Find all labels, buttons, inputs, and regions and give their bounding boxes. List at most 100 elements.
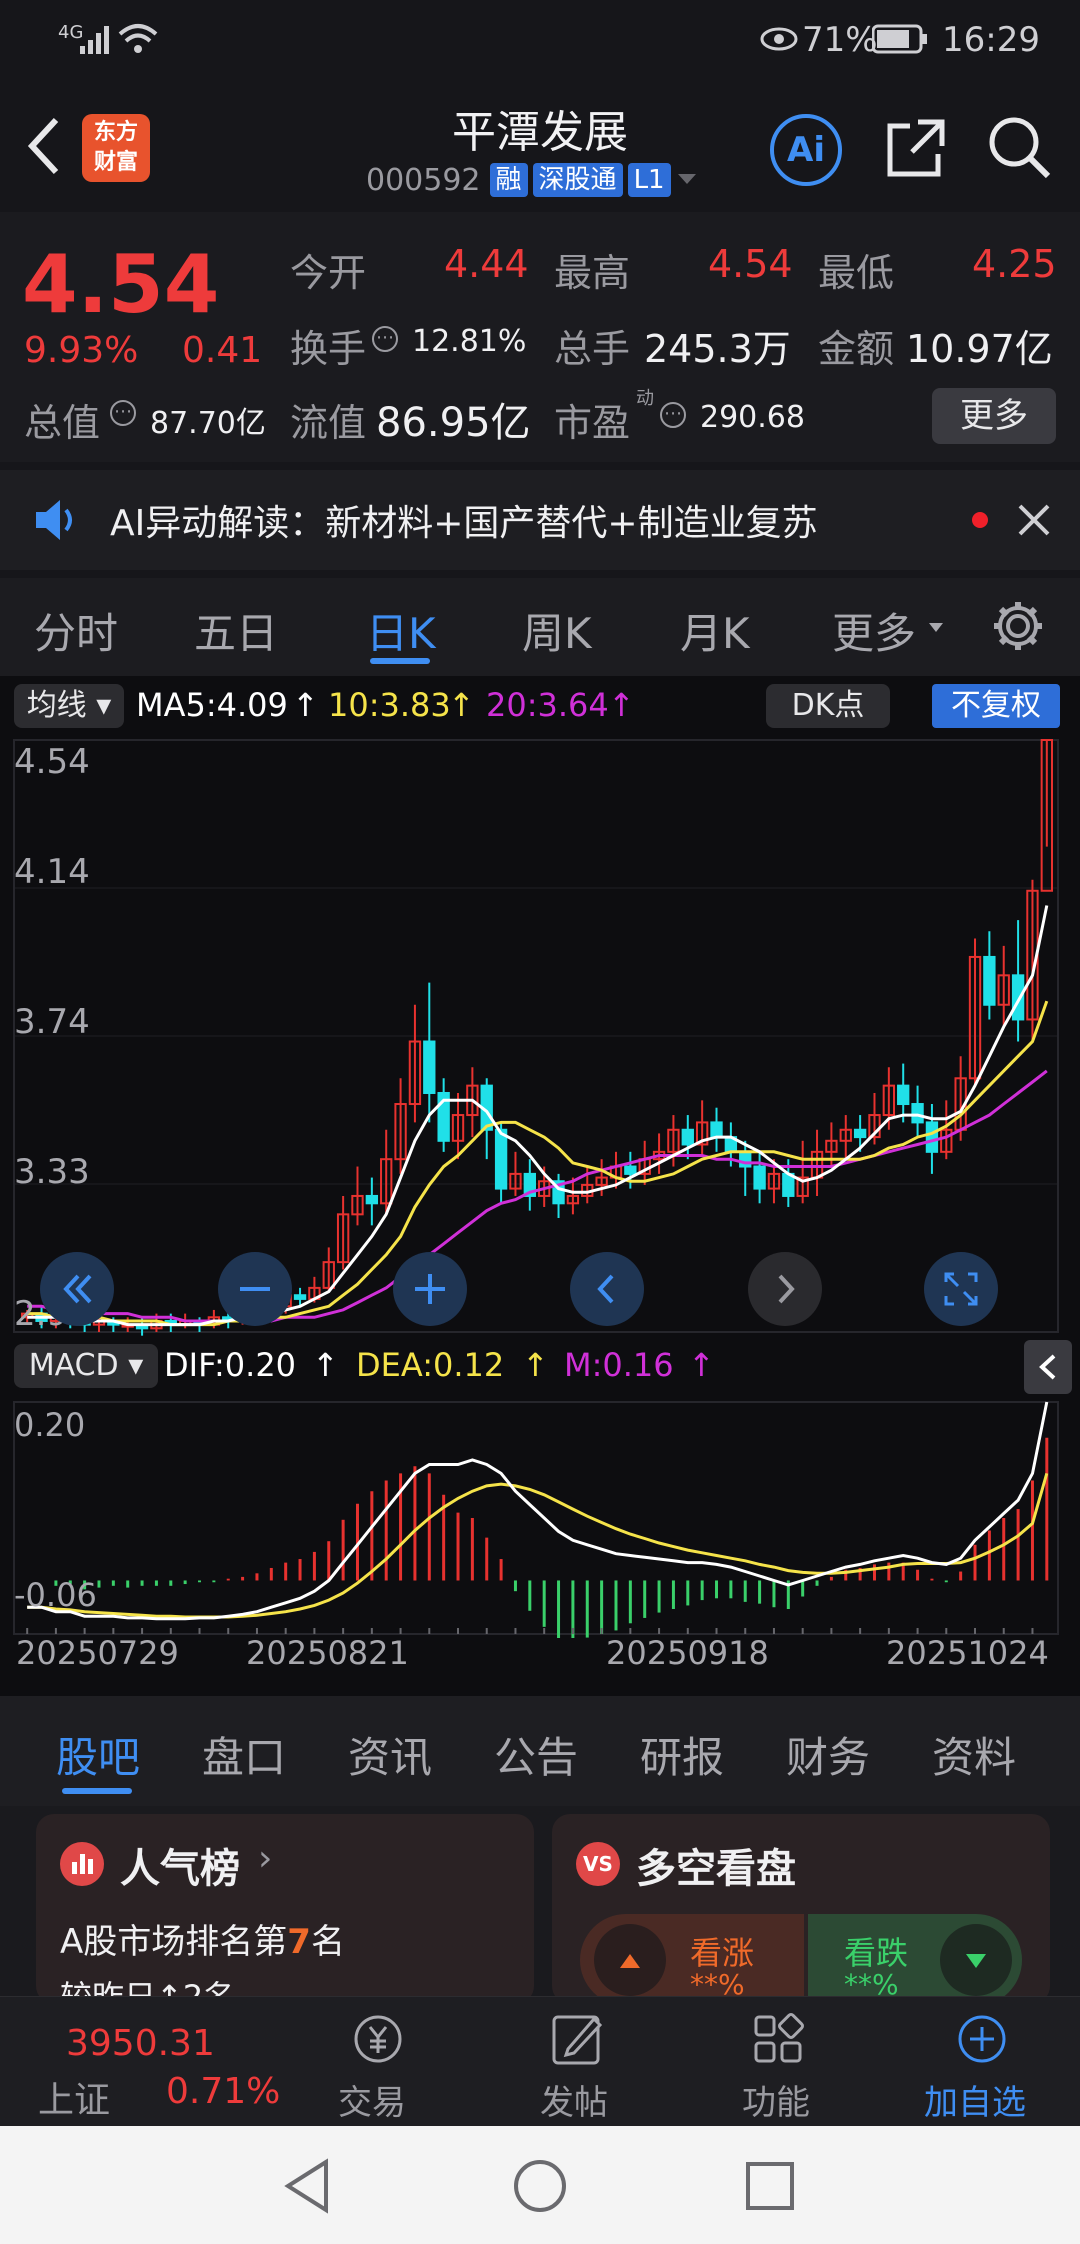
tab-news[interactable]: 资讯 — [348, 1724, 432, 1785]
macd-m-value: M:0.16 — [564, 1346, 674, 1384]
info-icon[interactable]: ⋯ — [372, 326, 398, 352]
open-value: 4.44 — [444, 242, 529, 286]
tools-label[interactable]: 功能 — [742, 2075, 810, 2124]
indicator-selector[interactable]: MACD ▾ — [14, 1344, 158, 1388]
plus-circle-icon — [958, 2015, 1006, 2063]
post-nav[interactable] — [538, 2009, 618, 2069]
edit-icon — [552, 2015, 603, 2065]
bear-vote[interactable]: 看跌 **% — [808, 1914, 1022, 2006]
fullscreen-button[interactable] — [924, 1252, 998, 1326]
tab-5day[interactable]: 五日 — [194, 600, 278, 661]
trade-label[interactable]: 交易 — [338, 2075, 406, 2124]
ai-alert-bar[interactable]: AI异动解读：新材料+国产替代+制造业复苏 — [0, 470, 1080, 570]
popularity-card[interactable]: 人气榜 › A股市场排名第7名 较昨日↑2名 — [36, 1814, 534, 2004]
candle — [423, 1040, 436, 1094]
ai-assistant-button[interactable]: Ai — [770, 114, 842, 186]
collapse-indicator-button[interactable] — [1024, 1340, 1072, 1394]
ma20-arrow: ↑ — [608, 686, 635, 724]
tab-daily-k[interactable]: 日K — [366, 600, 436, 661]
scroll-left-button[interactable] — [570, 1252, 644, 1326]
high-value: 4.54 — [708, 242, 793, 286]
macd-chart[interactable] — [0, 1398, 1080, 1638]
total-cap-value: 87.70亿 — [150, 406, 266, 441]
rank-number: 7 — [287, 1922, 311, 1962]
tab-forum[interactable]: 股吧 — [56, 1724, 140, 1785]
bull-bear-card[interactable]: VS 多空看盘 看涨 **% 看跌 **% — [552, 1814, 1050, 2006]
tab-announcements[interactable]: 公告 — [494, 1724, 578, 1785]
rank-prefix: A股市场排名第 — [60, 1922, 288, 1962]
tab-finance[interactable]: 财务 — [786, 1724, 870, 1785]
expand-icon — [944, 1272, 978, 1306]
ma10-value: 10:3.83 — [328, 686, 451, 724]
axis-label: 3.74 — [14, 1002, 90, 1042]
indicator-selector-label: MACD — [28, 1348, 119, 1383]
tools-nav[interactable] — [738, 2009, 818, 2069]
candle — [897, 1084, 910, 1106]
yen-exchange-icon — [354, 2015, 402, 2063]
tag-level: L1 — [627, 163, 671, 197]
minus-icon — [240, 1287, 270, 1291]
home-circle-icon[interactable] — [510, 2156, 570, 2216]
double-chevron-left-icon — [63, 1274, 92, 1304]
zoom-out-button[interactable] — [218, 1252, 292, 1326]
dea-value: DEA:0.12 — [356, 1346, 505, 1384]
scroll-left-fast-button[interactable] — [40, 1252, 114, 1326]
recents-square-icon[interactable] — [744, 2160, 796, 2212]
candle — [853, 1128, 867, 1139]
tab-weekly-k[interactable]: 周K — [522, 600, 592, 661]
zoom-in-button[interactable] — [393, 1252, 467, 1326]
bull-vote[interactable]: 看涨 **% — [580, 1914, 804, 2006]
back-arrow-icon[interactable] — [24, 116, 64, 176]
dif-line — [27, 1401, 1049, 1621]
axis-label: 3.33 — [14, 1152, 90, 1192]
ma10-arrow: ↑ — [448, 686, 475, 724]
low-label: 最低 — [818, 251, 895, 295]
trade-nav[interactable] — [338, 2009, 418, 2069]
ma-selector[interactable]: 均线 ▾ — [14, 684, 124, 728]
open-label: 今开 — [290, 251, 367, 295]
dif-value: DIF:0.20 — [164, 1346, 297, 1384]
add-watchlist-nav[interactable] — [942, 2009, 1022, 2069]
date-label: 20250821 — [246, 1634, 409, 1672]
tab-more[interactable]: 更多 — [832, 600, 916, 661]
scroll-right-button[interactable] — [748, 1252, 822, 1326]
tab-research[interactable]: 研报 — [640, 1724, 724, 1785]
axis-label: 4.14 — [14, 852, 90, 892]
tab-monthly-k[interactable]: 月K — [680, 600, 750, 661]
close-icon[interactable] — [1016, 502, 1052, 538]
add-watchlist-label[interactable]: 加自选 — [924, 2075, 1026, 2124]
active-info-tab-indicator — [62, 1788, 132, 1794]
macd-frame — [13, 1401, 1059, 1635]
candle — [710, 1121, 723, 1139]
vs-icon: VS — [576, 1842, 620, 1886]
index-value: 3950.31 — [66, 2023, 215, 2064]
candlestick-chart[interactable] — [0, 736, 1080, 1336]
dk-point-button[interactable]: DK点 — [766, 684, 890, 728]
unread-dot — [972, 512, 988, 528]
candle — [494, 1128, 508, 1190]
dif-arrow: ↑ — [312, 1346, 339, 1384]
info-icon[interactable]: ⋯ — [660, 402, 686, 428]
candle — [753, 1165, 766, 1190]
tab-intraday[interactable]: 分时 — [34, 600, 118, 661]
chevron-down-icon[interactable] — [676, 172, 698, 188]
post-label[interactable]: 发帖 — [540, 2075, 608, 2124]
amount-label: 金额 — [818, 327, 895, 371]
settings-gear-icon[interactable] — [990, 598, 1046, 654]
float-cap-value: 86.95亿 — [376, 400, 531, 446]
tab-profile[interactable]: 资料 — [932, 1724, 1016, 1785]
float-cap-label: 流值 — [290, 401, 367, 445]
tab-order-book[interactable]: 盘口 — [202, 1724, 286, 1785]
info-icon[interactable]: ⋯ — [110, 400, 136, 426]
search-icon[interactable] — [986, 114, 1052, 180]
share-icon[interactable] — [884, 116, 948, 180]
eye-icon — [760, 27, 798, 51]
up-arrow-icon — [594, 1924, 666, 1996]
cards-row: 人气榜 › A股市场排名第7名 较昨日↑2名 VS 多空看盘 看涨 **% 看跌… — [0, 1806, 1080, 2006]
adjust-mode-button[interactable]: 不复权 — [932, 684, 1060, 728]
chevron-right-icon: › — [258, 1838, 273, 1879]
last-price: 4.54 — [22, 238, 220, 331]
back-triangle-icon[interactable] — [282, 2158, 332, 2214]
info-tabs: 股吧 盘口 资讯 公告 研报 财务 资料 — [0, 1696, 1080, 1806]
more-button[interactable]: 更多 — [932, 388, 1056, 444]
